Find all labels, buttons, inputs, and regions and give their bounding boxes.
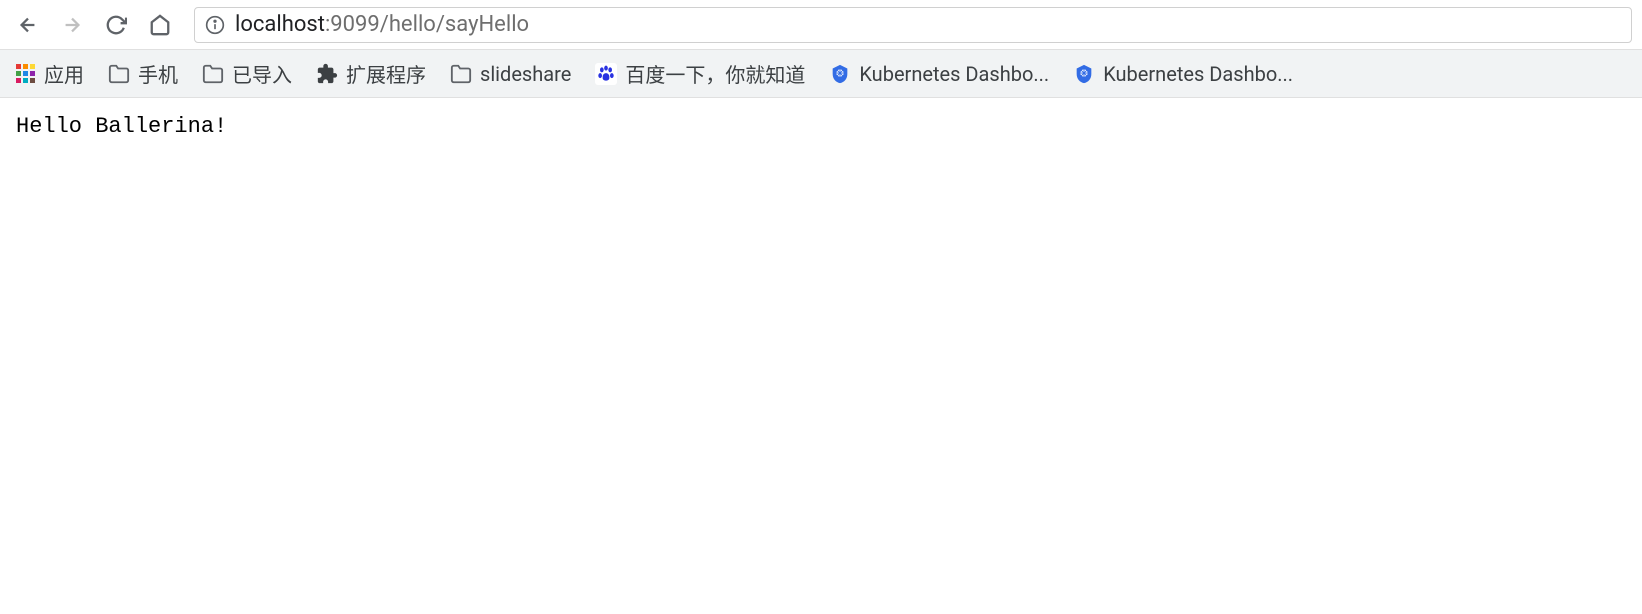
bookmark-label: 手机 — [138, 59, 178, 88]
folder-icon — [450, 63, 472, 85]
home-icon — [149, 14, 171, 36]
reload-button[interactable] — [98, 7, 134, 43]
site-info-icon[interactable] — [205, 15, 225, 35]
bookmark-folder-imported[interactable]: 已导入 — [202, 59, 292, 88]
bookmark-kubernetes-2[interactable]: Kubernetes Dashbo... — [1073, 62, 1293, 86]
kubernetes-icon — [829, 63, 851, 85]
bookmark-label: slideshare — [480, 62, 571, 86]
bookmark-kubernetes-1[interactable]: Kubernetes Dashbo... — [829, 62, 1049, 86]
bookmark-apps[interactable]: 应用 — [14, 59, 84, 88]
page-content: Hello Ballerina! — [0, 98, 1642, 155]
bookmark-folder-phone[interactable]: 手机 — [108, 59, 178, 88]
back-button[interactable] — [10, 7, 46, 43]
bookmark-extensions[interactable]: 扩展程序 — [316, 59, 426, 88]
bookmark-label: Kubernetes Dashbo... — [859, 62, 1049, 86]
bookmark-baidu[interactable]: 百度一下，你就知道 — [595, 59, 805, 88]
kubernetes-icon — [1073, 63, 1095, 85]
address-bar[interactable]: localhost:9099/hello/sayHello — [194, 7, 1632, 43]
folder-icon — [108, 63, 130, 85]
arrow-left-icon — [17, 14, 39, 36]
bookmarks-bar: 应用 手机 已导入 扩展程序 slideshar — [0, 50, 1642, 98]
browser-toolbar: localhost:9099/hello/sayHello — [0, 0, 1642, 50]
bookmark-label: 百度一下，你就知道 — [625, 59, 805, 88]
bookmark-label: 应用 — [44, 59, 84, 88]
forward-button[interactable] — [54, 7, 90, 43]
bookmark-label: 扩展程序 — [346, 59, 426, 88]
body-text: Hello Ballerina! — [16, 114, 227, 139]
folder-icon — [202, 63, 224, 85]
bookmark-label: 已导入 — [232, 59, 292, 88]
extension-icon — [316, 63, 338, 85]
apps-icon — [14, 63, 36, 85]
arrow-right-icon — [61, 14, 83, 36]
reload-icon — [105, 14, 127, 36]
baidu-icon — [595, 63, 617, 85]
home-button[interactable] — [142, 7, 178, 43]
url-host: localhost — [235, 12, 325, 37]
url-path: :9099/hello/sayHello — [325, 12, 529, 37]
bookmark-folder-slideshare[interactable]: slideshare — [450, 62, 571, 86]
bookmark-label: Kubernetes Dashbo... — [1103, 62, 1293, 86]
